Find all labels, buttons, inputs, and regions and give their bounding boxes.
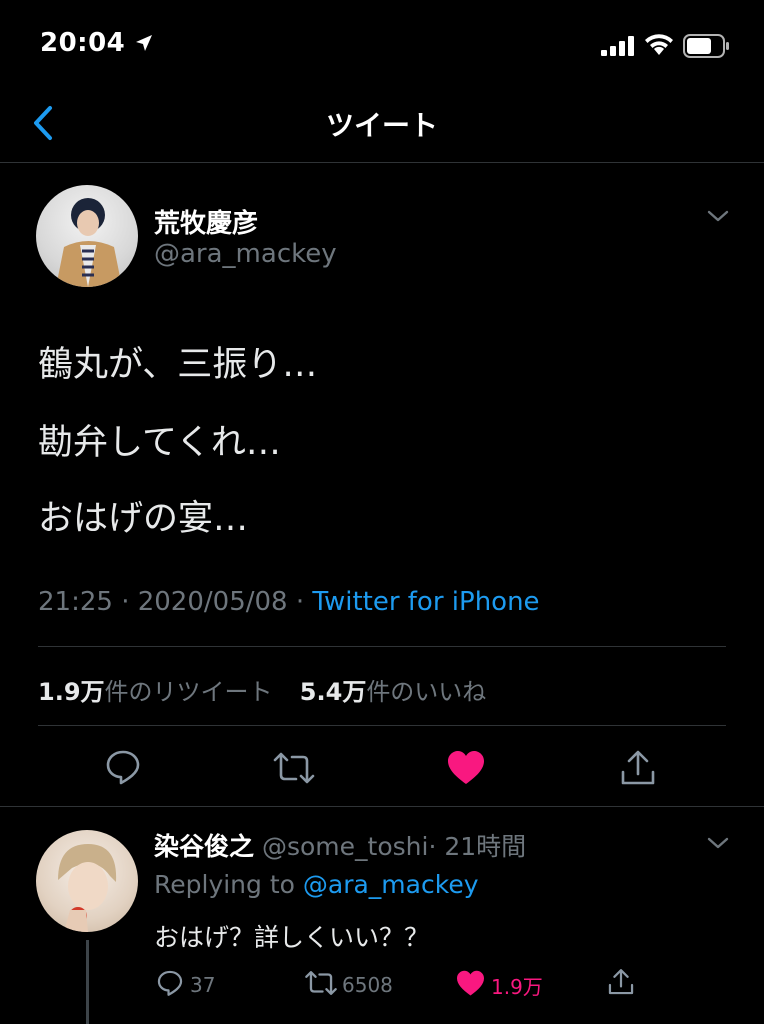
reply-like-count: 1.9万: [491, 975, 543, 999]
author-handle[interactable]: @ara_mackey: [154, 239, 337, 269]
reply-divider: [0, 806, 764, 807]
reply-icon: [156, 969, 184, 1001]
heart-filled-icon: [456, 970, 485, 1001]
tweet-timestamp: 21:25 · 2020/05/08 ·: [38, 587, 313, 617]
like-stat[interactable]: 5.4万件のいいね: [300, 678, 487, 706]
replying-to-handle[interactable]: @ara_mackey: [303, 870, 479, 899]
reply-retweet-count: 6508: [342, 973, 393, 997]
chevron-down-icon: [706, 209, 730, 228]
reply-reply-button[interactable]: 37: [156, 969, 215, 1001]
reply-author-handle[interactable]: @some_toshi: [262, 832, 428, 861]
wifi-icon: [644, 34, 674, 60]
tweet-text-line: おはげの宴…: [38, 499, 249, 539]
like-count: 5.4万: [299, 678, 367, 706]
stats-divider-bottom: [38, 725, 726, 726]
more-options-button[interactable]: [706, 208, 730, 228]
battery-icon: [683, 34, 731, 62]
thread-line: [86, 940, 89, 1024]
chevron-down-icon: [706, 836, 730, 855]
tweet-meta: 21:25 · 2020/05/08 · Twitter for iPhone: [38, 587, 540, 617]
reply-time: · 21時間: [428, 832, 527, 861]
reply-share-button[interactable]: [607, 966, 635, 1002]
tweet-text-line: 鶴丸が、三振り…: [38, 345, 318, 385]
tweet-stats: 1.9万件のリツイート 5.4万件のいいね: [38, 672, 486, 707]
retweet-icon: [304, 969, 338, 1001]
tweet-source-link[interactable]: Twitter for iPhone: [312, 587, 539, 617]
reply-reply-count: 37: [190, 973, 216, 997]
author-avatar[interactable]: [36, 185, 138, 287]
replying-to-label: Replying to: [154, 870, 303, 899]
retweet-count: 1.9万: [38, 678, 105, 706]
stats-divider-top: [38, 646, 726, 647]
reply-icon: [104, 748, 142, 786]
header-divider: [0, 162, 764, 163]
tweet-text-line: 勘弁してくれ…: [38, 423, 281, 463]
replying-to: Replying to @ara_mackey: [154, 870, 479, 899]
location-arrow-icon: [135, 29, 153, 59]
reply-button[interactable]: [104, 748, 142, 786]
reply-text: おはげ？詳しくいい？？: [154, 923, 430, 952]
like-button[interactable]: [447, 750, 485, 786]
retweet-label: 件のリツイート: [104, 678, 273, 706]
reply-header: 染谷俊之 @some_toshi· 21時間: [154, 827, 526, 863]
reply-author-name[interactable]: 染谷俊之: [154, 832, 254, 861]
share-button[interactable]: [619, 748, 657, 788]
share-icon: [619, 748, 657, 788]
status-time: 20:04: [40, 28, 153, 59]
share-icon: [607, 969, 635, 1002]
retweet-icon: [272, 750, 316, 786]
retweet-stat[interactable]: 1.9万件のリツイート: [38, 678, 273, 706]
page-title: ツイート: [325, 109, 438, 142]
retweet-button[interactable]: [272, 750, 316, 786]
author-name[interactable]: 荒牧慶彦: [154, 203, 258, 240]
reply-author-avatar[interactable]: [36, 830, 138, 932]
reply-more-options-button[interactable]: [706, 835, 730, 855]
like-label: 件のいいね: [366, 678, 487, 706]
cellular-signal-icon: [601, 36, 635, 60]
reply-like-button[interactable]: 1.9万: [456, 970, 543, 1001]
heart-filled-icon: [447, 750, 485, 786]
reply-retweet-button[interactable]: 6508: [304, 969, 393, 1001]
